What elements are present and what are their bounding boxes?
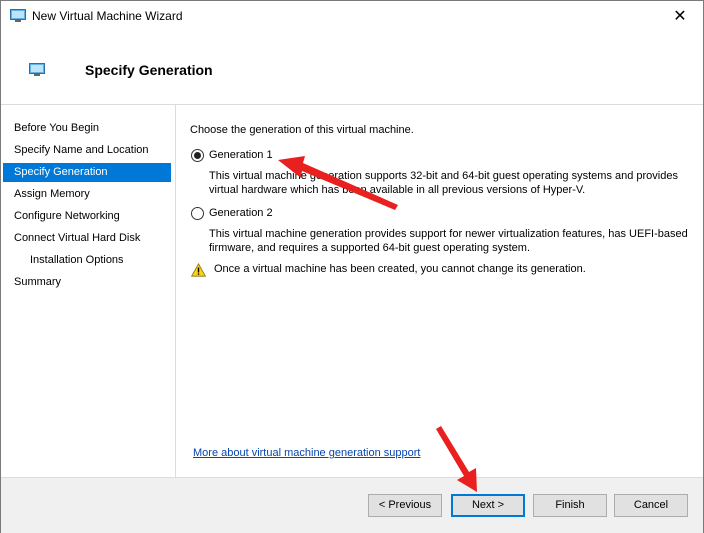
nav-item-specify-generation[interactable]: Specify Generation xyxy=(3,163,171,182)
nav-item-configure-networking[interactable]: Configure Networking xyxy=(3,207,171,226)
generation-1-desc-line: This virtual machine generation supports… xyxy=(209,170,678,182)
nav-item-summary[interactable]: Summary xyxy=(3,273,171,292)
wizard-header: Specify Generation xyxy=(1,32,703,105)
next-button[interactable]: Next > xyxy=(451,494,525,517)
generation-1-radio[interactable] xyxy=(191,149,204,162)
close-icon[interactable]: ✕ xyxy=(657,1,703,32)
nav-item-assign-memory[interactable]: Assign Memory xyxy=(3,185,171,204)
warning-icon xyxy=(191,263,206,277)
cancel-button[interactable]: Cancel xyxy=(614,494,688,517)
nav-item-specify-name[interactable]: Specify Name and Location xyxy=(3,141,171,160)
wizard-steps-nav: Before You Begin Specify Name and Locati… xyxy=(1,105,176,477)
nav-item-installation-options[interactable]: Installation Options xyxy=(3,251,171,270)
generation-1-description: This virtual machine generation supports… xyxy=(209,169,689,197)
button-bar: < Previous Next > Finish Cancel xyxy=(1,477,703,533)
generation-1-desc-line: virtual hardware which has been availabl… xyxy=(209,184,586,196)
radio-selected-dot xyxy=(194,152,201,159)
page-title: Specify Generation xyxy=(85,62,213,78)
more-info-link[interactable]: More about virtual machine generation su… xyxy=(193,447,420,459)
wizard-window: New Virtual Machine Wizard ✕ Specify Gen… xyxy=(0,0,704,533)
title-bar: New Virtual Machine Wizard ✕ xyxy=(1,1,703,32)
hyper-v-vm-icon xyxy=(10,9,26,22)
finish-button[interactable]: Finish xyxy=(533,494,607,517)
window-title: New Virtual Machine Wizard xyxy=(32,9,183,23)
previous-button[interactable]: < Previous xyxy=(368,494,442,517)
nav-item-before-you-begin[interactable]: Before You Begin xyxy=(3,119,171,138)
generation-2-description: This virtual machine generation provides… xyxy=(209,227,689,255)
hyper-v-vm-icon xyxy=(29,63,45,76)
nav-item-connect-vhd[interactable]: Connect Virtual Hard Disk xyxy=(3,229,171,248)
generation-1-label[interactable]: Generation 1 xyxy=(209,149,273,161)
generation-2-label[interactable]: Generation 2 xyxy=(209,207,273,219)
generation-2-desc-line: This virtual machine generation provides… xyxy=(209,228,688,240)
generation-2-desc-line: firmware, and requires a supported 64-bi… xyxy=(209,242,530,254)
main-content: Choose the generation of this virtual ma… xyxy=(176,105,703,477)
warning-text: Once a virtual machine has been created,… xyxy=(214,263,586,275)
generation-2-radio[interactable] xyxy=(191,207,204,220)
intro-text: Choose the generation of this virtual ma… xyxy=(190,124,414,136)
